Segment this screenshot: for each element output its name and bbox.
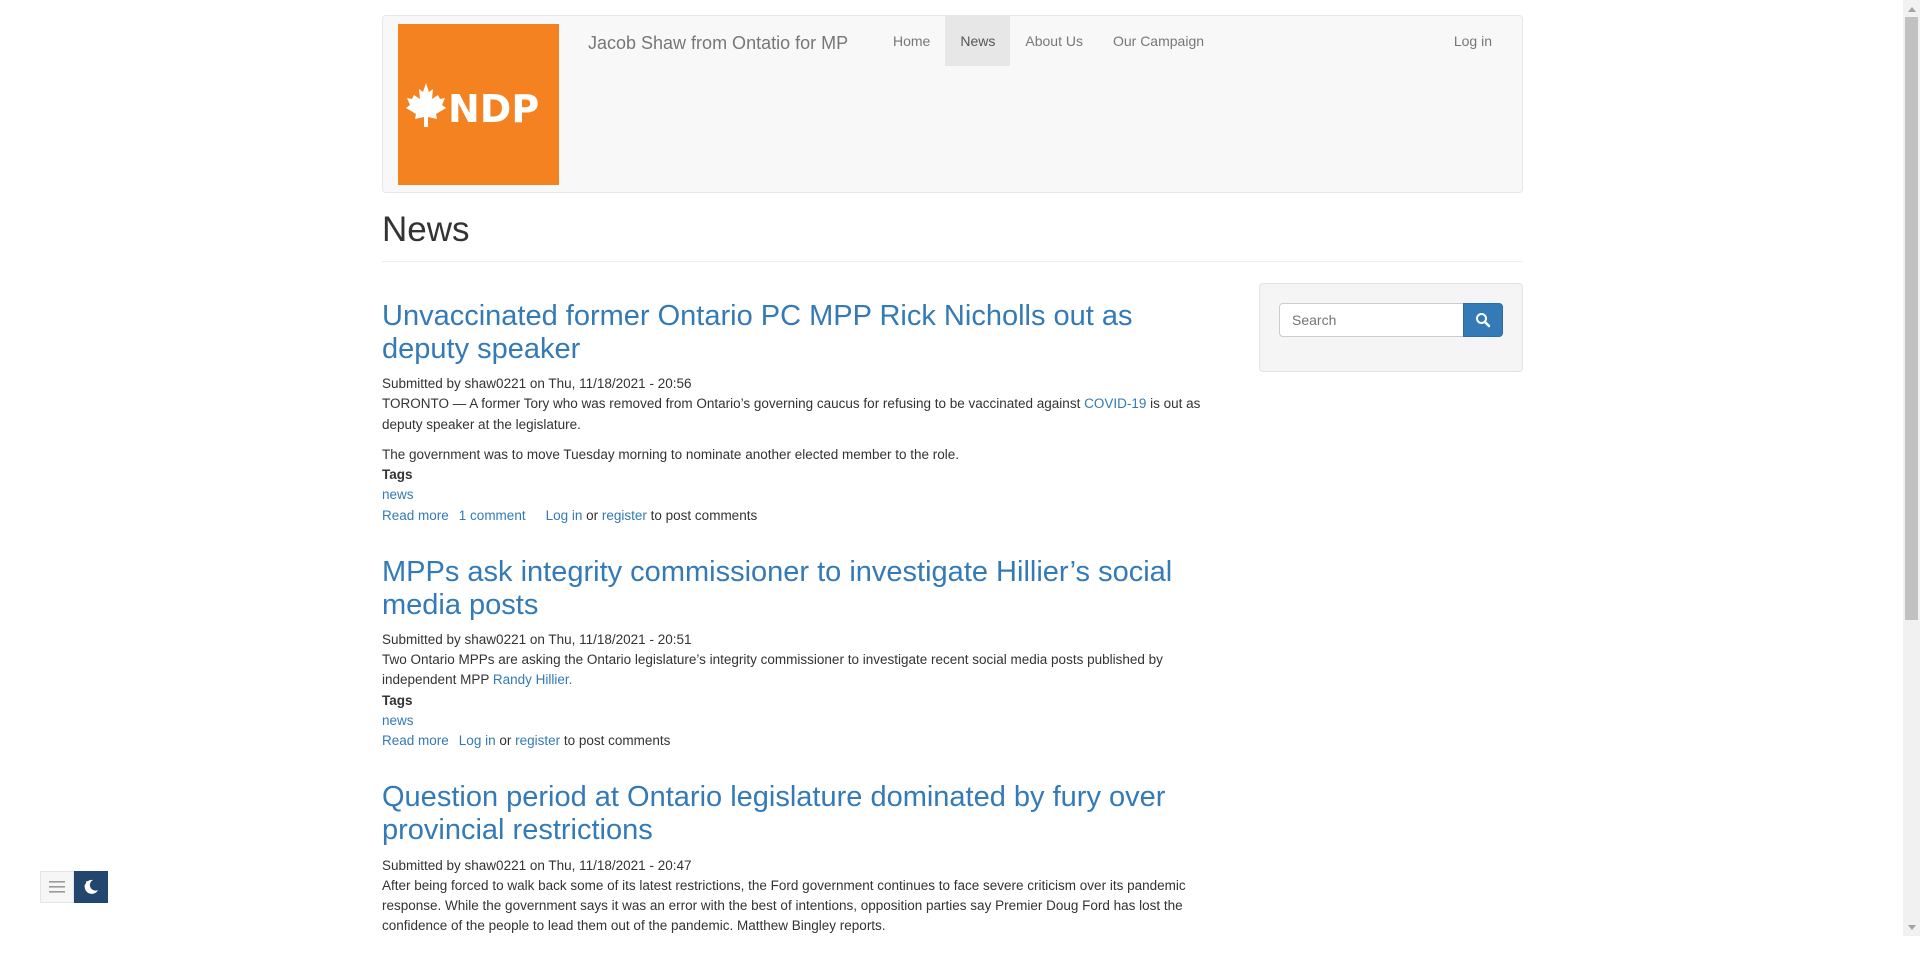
register-link[interactable]: register bbox=[515, 733, 560, 748]
nav-our-campaign[interactable]: Our Campaign bbox=[1098, 16, 1219, 66]
article-title-link[interactable]: Unvaccinated former Ontario PC MPP Rick … bbox=[382, 300, 1133, 365]
article-body: The government was to move Tuesday morni… bbox=[382, 446, 960, 462]
scroll-up-arrow-icon[interactable] bbox=[1903, 0, 1920, 17]
register-link[interactable]: register bbox=[602, 508, 647, 523]
body-text: TORONTO — A former Tory who was removed … bbox=[382, 396, 1085, 412]
nav-about-us[interactable]: About Us bbox=[1010, 16, 1098, 66]
logo-text: NDP bbox=[448, 87, 539, 131]
post-comments-text: to post comments bbox=[646, 507, 758, 523]
maple-leaf-logo-icon: NDP bbox=[405, 82, 539, 131]
nav-news[interactable]: News bbox=[945, 16, 1011, 66]
submitted-info: Submitted by shaw0221 on Thu, 11/18/2021… bbox=[382, 857, 692, 873]
covid-link[interactable]: COVID-19 bbox=[1084, 396, 1146, 411]
page-title: News bbox=[382, 210, 470, 249]
ndp-logo[interactable]: NDP bbox=[398, 24, 559, 185]
read-more-link[interactable]: Read more bbox=[382, 733, 449, 748]
article-links: Read more Log in or register to post comm… bbox=[382, 731, 1222, 751]
moon-icon bbox=[84, 879, 98, 894]
nav-login[interactable]: Log in bbox=[1439, 16, 1507, 66]
article-title[interactable]: Question period at Ontario legislature d… bbox=[382, 781, 1222, 847]
scroll-down-arrow-icon[interactable] bbox=[1903, 919, 1920, 936]
read-more-link[interactable]: Read more bbox=[382, 508, 449, 523]
floating-toolbar bbox=[40, 871, 108, 903]
login-link[interactable]: Log in bbox=[459, 733, 496, 748]
site-name[interactable]: Jacob Shaw from Ontatio for MP bbox=[588, 28, 848, 58]
post-comments-text: to post comments bbox=[560, 733, 671, 749]
comment-count-link[interactable]: 1 comment bbox=[459, 508, 526, 523]
submitted-info: Submitted by shaw0221 on Thu, 11/18/2021… bbox=[382, 376, 692, 392]
article-title-link[interactable]: Question period at Ontario legislature d… bbox=[382, 781, 1165, 846]
title-divider bbox=[382, 261, 1523, 262]
article-body: Two Ontario MPPs are asking the Ontario … bbox=[382, 650, 1222, 691]
randy-hillier-link[interactable]: Randy Hillier. bbox=[493, 672, 573, 687]
tag-link[interactable]: news bbox=[382, 711, 1222, 731]
article-body: After being forced to walk back some of … bbox=[382, 877, 1186, 934]
tags-label: Tags bbox=[382, 467, 413, 483]
article-title[interactable]: Unvaccinated former Ontario PC MPP Rick … bbox=[382, 300, 1222, 366]
submitted-info: Submitted by shaw0221 on Thu, 11/18/2021… bbox=[382, 631, 692, 647]
search-button[interactable] bbox=[1463, 303, 1503, 337]
menu-toggle-button[interactable] bbox=[40, 871, 74, 903]
or-text: or bbox=[582, 507, 602, 523]
nav-home[interactable]: Home bbox=[878, 16, 945, 66]
search-icon bbox=[1476, 313, 1491, 328]
article-teaser: Unvaccinated former Ontario PC MPP Rick … bbox=[382, 300, 1222, 526]
scroll-thumb[interactable] bbox=[1905, 17, 1918, 620]
search-input[interactable] bbox=[1279, 303, 1464, 337]
article-teaser: MPPs ask integrity commissioner to inves… bbox=[382, 556, 1222, 752]
or-text: or bbox=[495, 733, 516, 749]
login-link[interactable]: Log in bbox=[546, 508, 583, 523]
article-links: Read more 1 comment Log in or register to … bbox=[382, 506, 1222, 526]
article-teaser: Question period at Ontario legislature d… bbox=[382, 781, 1222, 936]
sidebar-search-block bbox=[1259, 283, 1523, 372]
tags-label: Tags bbox=[382, 692, 413, 708]
article-title-link[interactable]: MPPs ask integrity commissioner to inves… bbox=[382, 556, 1172, 621]
article-body: TORONTO — A former Tory who was removed … bbox=[382, 394, 1222, 435]
article-list: Unvaccinated former Ontario PC MPP Rick … bbox=[382, 300, 1222, 957]
tag-link[interactable]: news bbox=[382, 485, 1222, 505]
site-header: NDP Jacob Shaw from Ontatio for MP Home … bbox=[382, 15, 1523, 193]
article-title[interactable]: MPPs ask integrity commissioner to inves… bbox=[382, 556, 1222, 622]
dark-mode-button[interactable] bbox=[74, 871, 108, 903]
page-scrollbar[interactable] bbox=[1903, 0, 1920, 936]
hamburger-icon bbox=[49, 881, 65, 893]
main-nav: Home News About Us Our Campaign bbox=[878, 16, 1219, 66]
